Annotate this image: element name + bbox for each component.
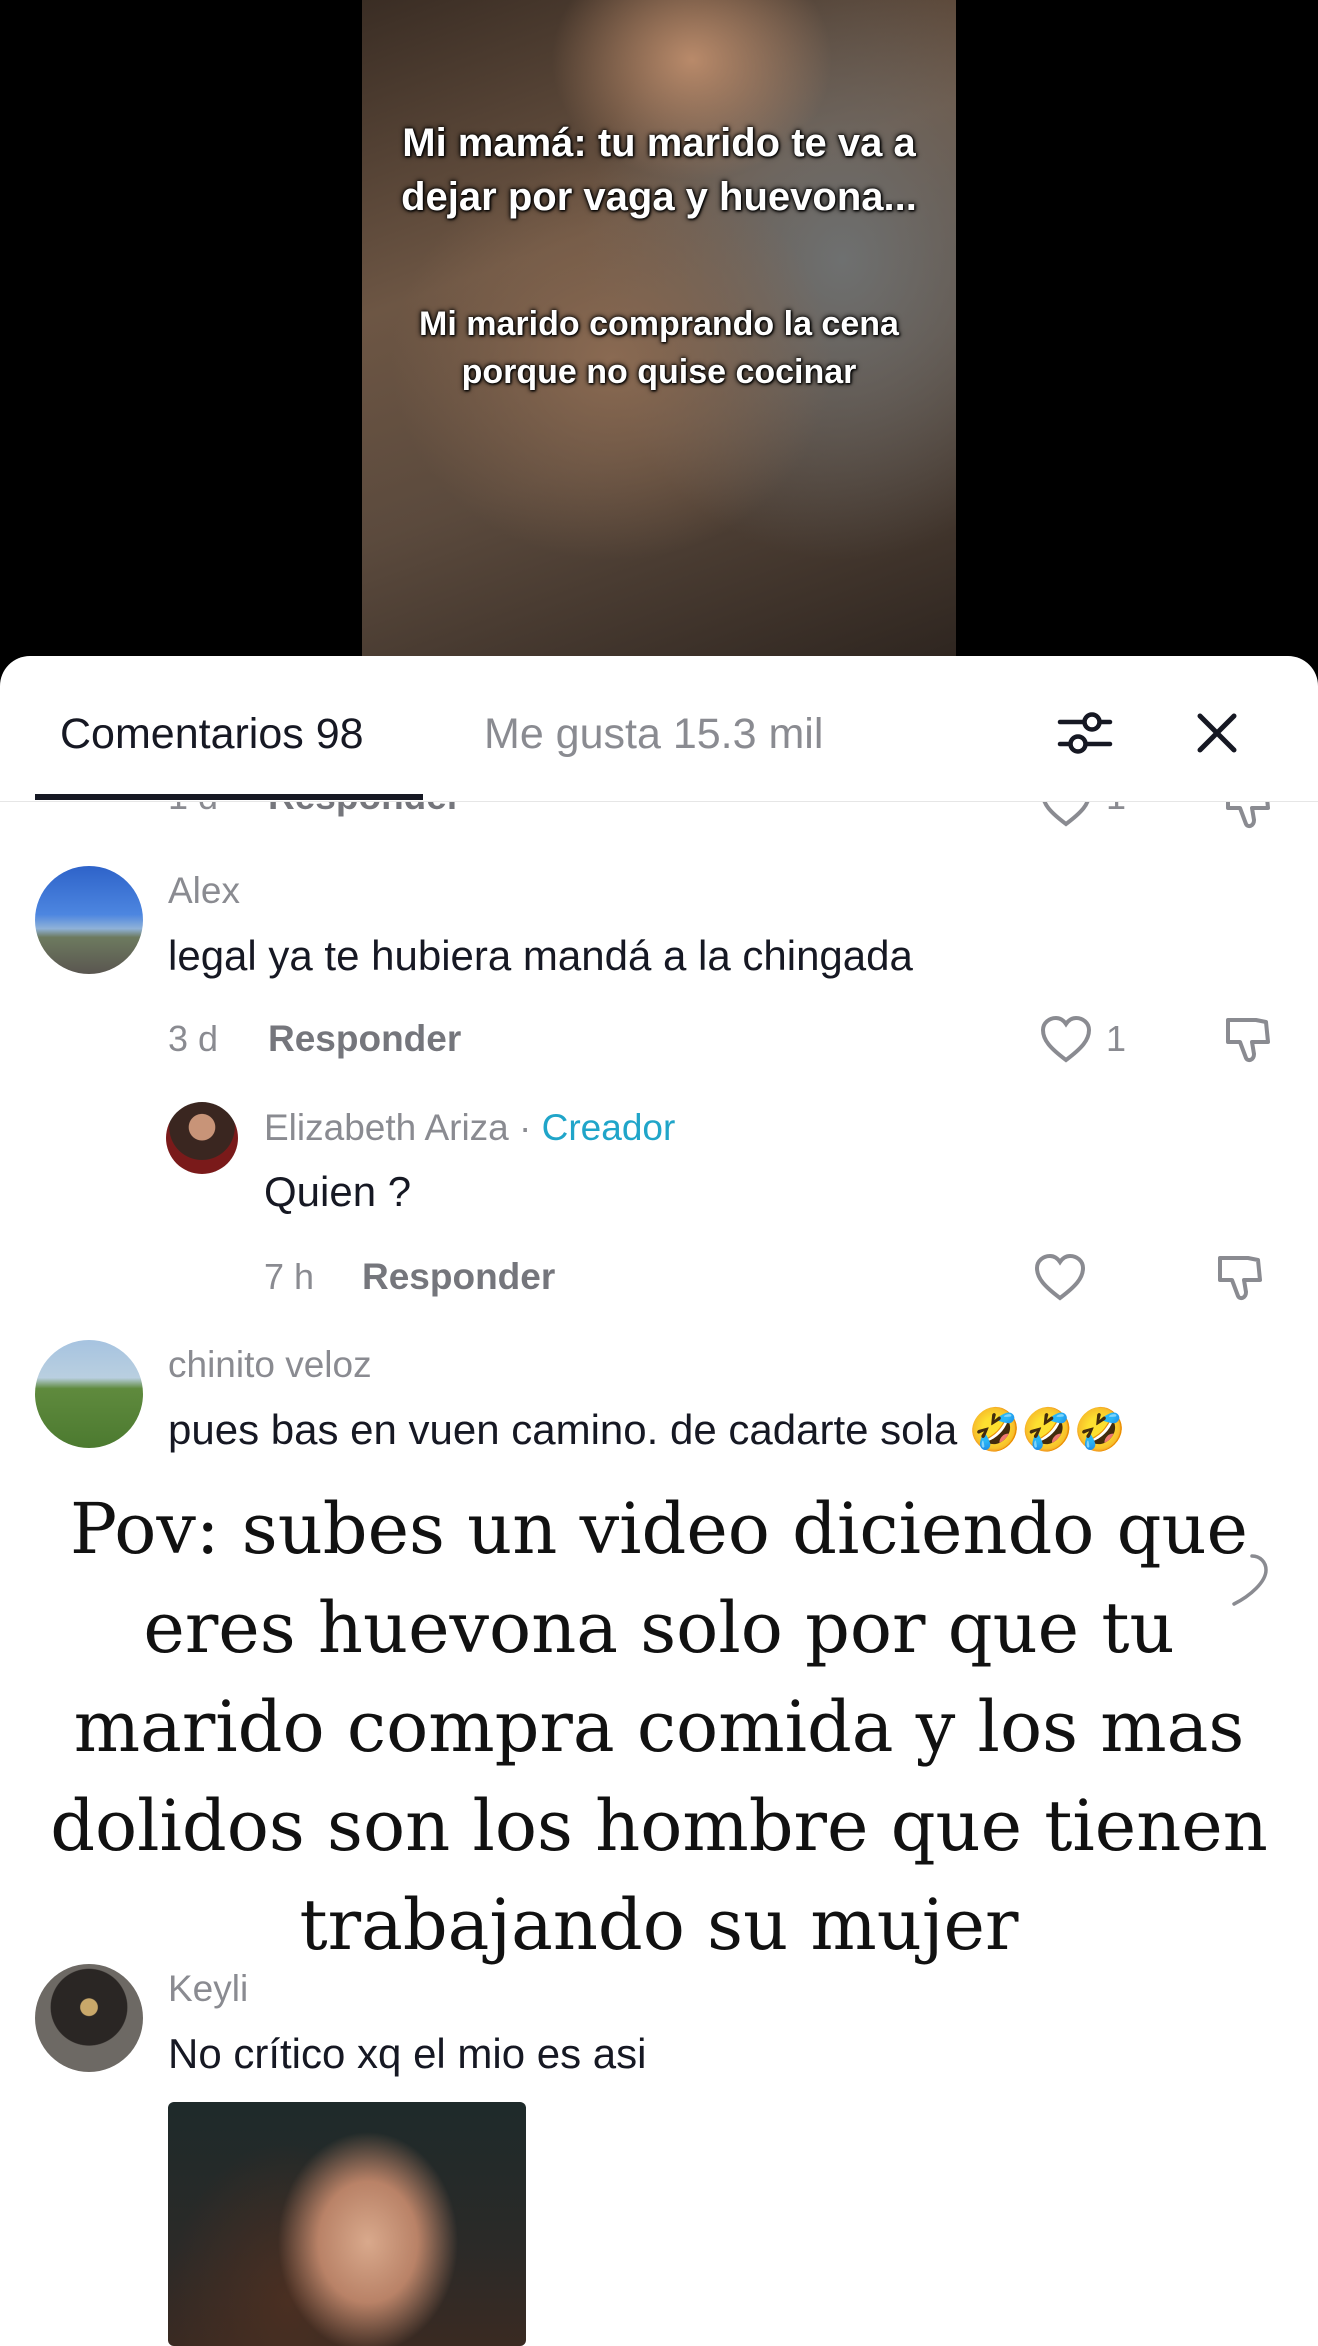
close-button[interactable]: [1182, 698, 1252, 768]
dislike-icon[interactable]: [1222, 802, 1274, 832]
like-count: 1: [1106, 802, 1126, 820]
filter-sliders-icon: [1057, 712, 1113, 754]
video-player[interactable]: Mi mamá: tu marido te va a dejar por vag…: [0, 0, 1318, 690]
active-tab-indicator: [35, 794, 423, 800]
tab-likes[interactable]: Me gusta 15.3 mil: [484, 704, 823, 764]
comments-sheet: Comentarios 98 Me gusta 15.3 mil 1 d Res…: [0, 656, 1318, 2346]
avatar[interactable]: [35, 1521, 143, 1629]
close-icon: [1197, 713, 1237, 753]
tab-comments[interactable]: Comentarios 98: [60, 704, 364, 764]
reply-button[interactable]: Responder: [268, 802, 461, 820]
tab-bar: Comentarios 98 Me gusta 15.3 mil: [0, 656, 1318, 802]
comment-time: 1 d: [168, 802, 218, 820]
comment-list[interactable]: 1 d Responder 1: [0, 802, 1318, 2346]
filter-button[interactable]: [1050, 698, 1120, 768]
video-caption-top: Mi mamá: tu marido te va a dejar por vag…: [401, 121, 917, 219]
heart-icon[interactable]: [1040, 802, 1092, 828]
video-caption-bottom: Mi marido comprando la cena porque no qu…: [419, 305, 899, 391]
